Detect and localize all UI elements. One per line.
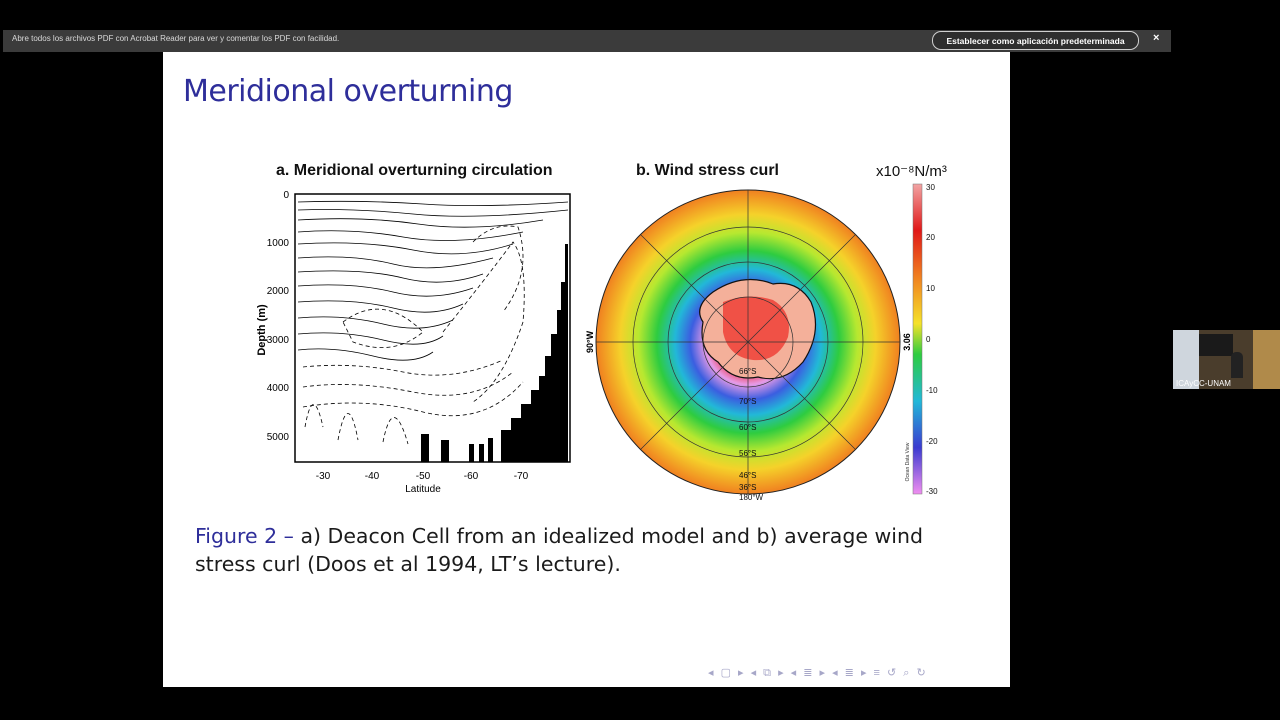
lat-label: 56°S	[739, 449, 756, 458]
lat-label: 36°S	[739, 483, 756, 492]
lat-label: 46°S	[739, 471, 756, 480]
colorbar-tick: 0	[926, 335, 931, 344]
caption-label: Figure 2 –	[195, 524, 294, 548]
y-tick: 1000	[267, 238, 290, 249]
wind-stress-map: 66°S 70°S 60°S 56°S 46°S 36°S 180°W 90°W…	[585, 183, 938, 502]
lon-left-label: 90°W	[585, 330, 595, 353]
x-axis-label: Latitude	[405, 484, 441, 495]
webcam-label: ICAyCC-UNAM	[1176, 379, 1231, 388]
colorbar-tick: 30	[926, 183, 935, 192]
y-tick: 3000	[267, 335, 290, 346]
slide: Meridional overturning a. Meridional ove…	[163, 52, 1010, 687]
beamer-nav-bar[interactable]: ◂ ▢ ▸ ◂ ⧉ ▸ ◂ ≣ ▸ ◂ ≣ ▸ ≡ ↺ ⌕ ↻	[708, 666, 928, 680]
x-tick: -60	[464, 471, 479, 482]
colorbar-tick: -30	[926, 487, 938, 496]
lat-label: 60°S	[739, 423, 756, 432]
x-tick: -50	[416, 471, 431, 482]
watermark: Ocean Data View	[905, 442, 911, 481]
y-tick: 0	[283, 190, 289, 201]
lat-label: 66°S	[739, 367, 756, 376]
caption-text: a) Deacon Cell from an idealized model a…	[195, 524, 923, 576]
colorbar-tick: 20	[926, 233, 935, 242]
slide-title: Meridional overturning	[183, 74, 513, 109]
colorbar-tick: -10	[926, 386, 938, 395]
figure-caption: Figure 2 – a) Deacon Cell from an ideali…	[195, 522, 975, 578]
colorbar-tick: 10	[926, 284, 935, 293]
lon-right-label: 3.06	[902, 333, 912, 351]
notification-bar: Abre todos los archivos PDF con Acrobat …	[3, 30, 1171, 52]
panel-a-title: a. Meridional overturning circulation	[276, 162, 553, 179]
x-tick: -30	[316, 471, 331, 482]
notification-message: Abre todos los archivos PDF con Acrobat …	[12, 34, 340, 43]
x-tick: -40	[365, 471, 380, 482]
colorbar-tick: -20	[926, 437, 938, 446]
lat-label: 70°S	[739, 397, 756, 406]
bottom-lon-label: 180°W	[739, 493, 764, 502]
y-tick: 4000	[267, 383, 290, 394]
close-icon[interactable]: ×	[1153, 32, 1159, 44]
set-default-app-button[interactable]: Establecer como aplicación predeterminad…	[932, 31, 1139, 50]
y-tick: 5000	[267, 432, 290, 443]
colorbar-units: x10⁻⁸N/m³	[876, 163, 947, 180]
y-axis-label: Depth (m)	[256, 304, 268, 356]
x-tick: -70	[514, 471, 529, 482]
overturning-plot: 0 1000 2000 3000 4000 5000 -30 -40 -50 -…	[256, 190, 571, 495]
webcam-thumbnail: ICAyCC-UNAM	[1173, 330, 1280, 389]
y-tick: 2000	[267, 286, 290, 297]
